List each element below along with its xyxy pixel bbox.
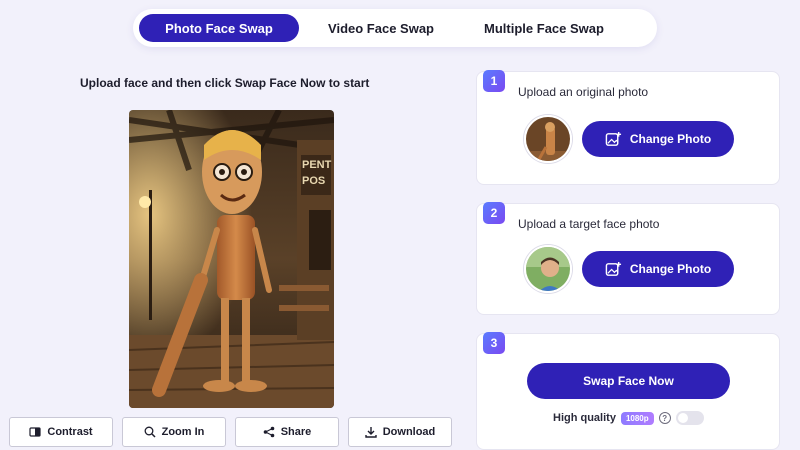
share-button[interactable]: Share: [235, 417, 339, 447]
step-3-card: 3 Swap Face Now High quality 1080p ?: [476, 332, 780, 450]
high-quality-label: High quality: [553, 412, 616, 424]
step-3-badge: 3: [483, 332, 505, 354]
share-icon: [263, 426, 275, 438]
contrast-icon: [29, 427, 41, 437]
step-1-badge: 1: [483, 70, 505, 92]
zoom-in-icon: [144, 426, 156, 438]
tab-multiple-face-swap[interactable]: Multiple Face Swap: [459, 14, 629, 42]
face-swap-app: Photo Face Swap Video Face Swap Multiple…: [0, 0, 800, 450]
target-face-thumbnail: [524, 245, 572, 293]
swap-face-now-button[interactable]: Swap Face Now: [527, 363, 730, 399]
tab-video-face-swap[interactable]: Video Face Swap: [311, 14, 451, 42]
quality-badge: 1080p: [620, 411, 654, 425]
image-upload-icon: [605, 261, 621, 276]
tab-photo-face-swap[interactable]: Photo Face Swap: [139, 14, 299, 42]
change-original-photo-button[interactable]: Change Photo: [582, 121, 734, 157]
result-preview-image: PENT POS: [129, 110, 334, 408]
zoom-in-button[interactable]: Zoom In: [122, 417, 226, 447]
download-icon: [365, 427, 377, 438]
sign-text-1: PENT: [302, 159, 332, 171]
change-photo-label-2: Change Photo: [629, 262, 712, 276]
share-label: Share: [280, 426, 312, 438]
instructions-text: Upload face and then click Swap Face Now…: [80, 76, 370, 90]
contrast-label: Contrast: [47, 426, 93, 438]
high-quality-row: High quality 1080p ?: [553, 410, 704, 426]
download-label: Download: [382, 426, 436, 438]
zoom-in-label: Zoom In: [161, 426, 205, 438]
step-1-card: 1 Upload an original photo Change Photo: [476, 70, 780, 185]
contrast-button[interactable]: Contrast: [9, 417, 113, 447]
change-target-face-button[interactable]: Change Photo: [582, 251, 734, 287]
mode-tabs: Photo Face Swap Video Face Swap Multiple…: [133, 9, 657, 47]
change-photo-label-1: Change Photo: [629, 132, 712, 146]
step-2-card: 2 Upload a target face photo Change Phot…: [476, 202, 780, 315]
image-toolbar: Contrast Zoom In Share Download: [9, 417, 455, 447]
step-2-title: Upload a target face photo: [518, 217, 660, 231]
step-2-badge: 2: [483, 202, 505, 224]
download-button[interactable]: Download: [348, 417, 452, 447]
original-photo-thumbnail: [524, 115, 572, 163]
help-icon[interactable]: ?: [658, 412, 671, 424]
image-upload-icon: [605, 131, 621, 146]
high-quality-toggle[interactable]: [675, 411, 704, 425]
step-1-title: Upload an original photo: [518, 85, 649, 99]
sign-text-2: POS: [302, 175, 325, 187]
